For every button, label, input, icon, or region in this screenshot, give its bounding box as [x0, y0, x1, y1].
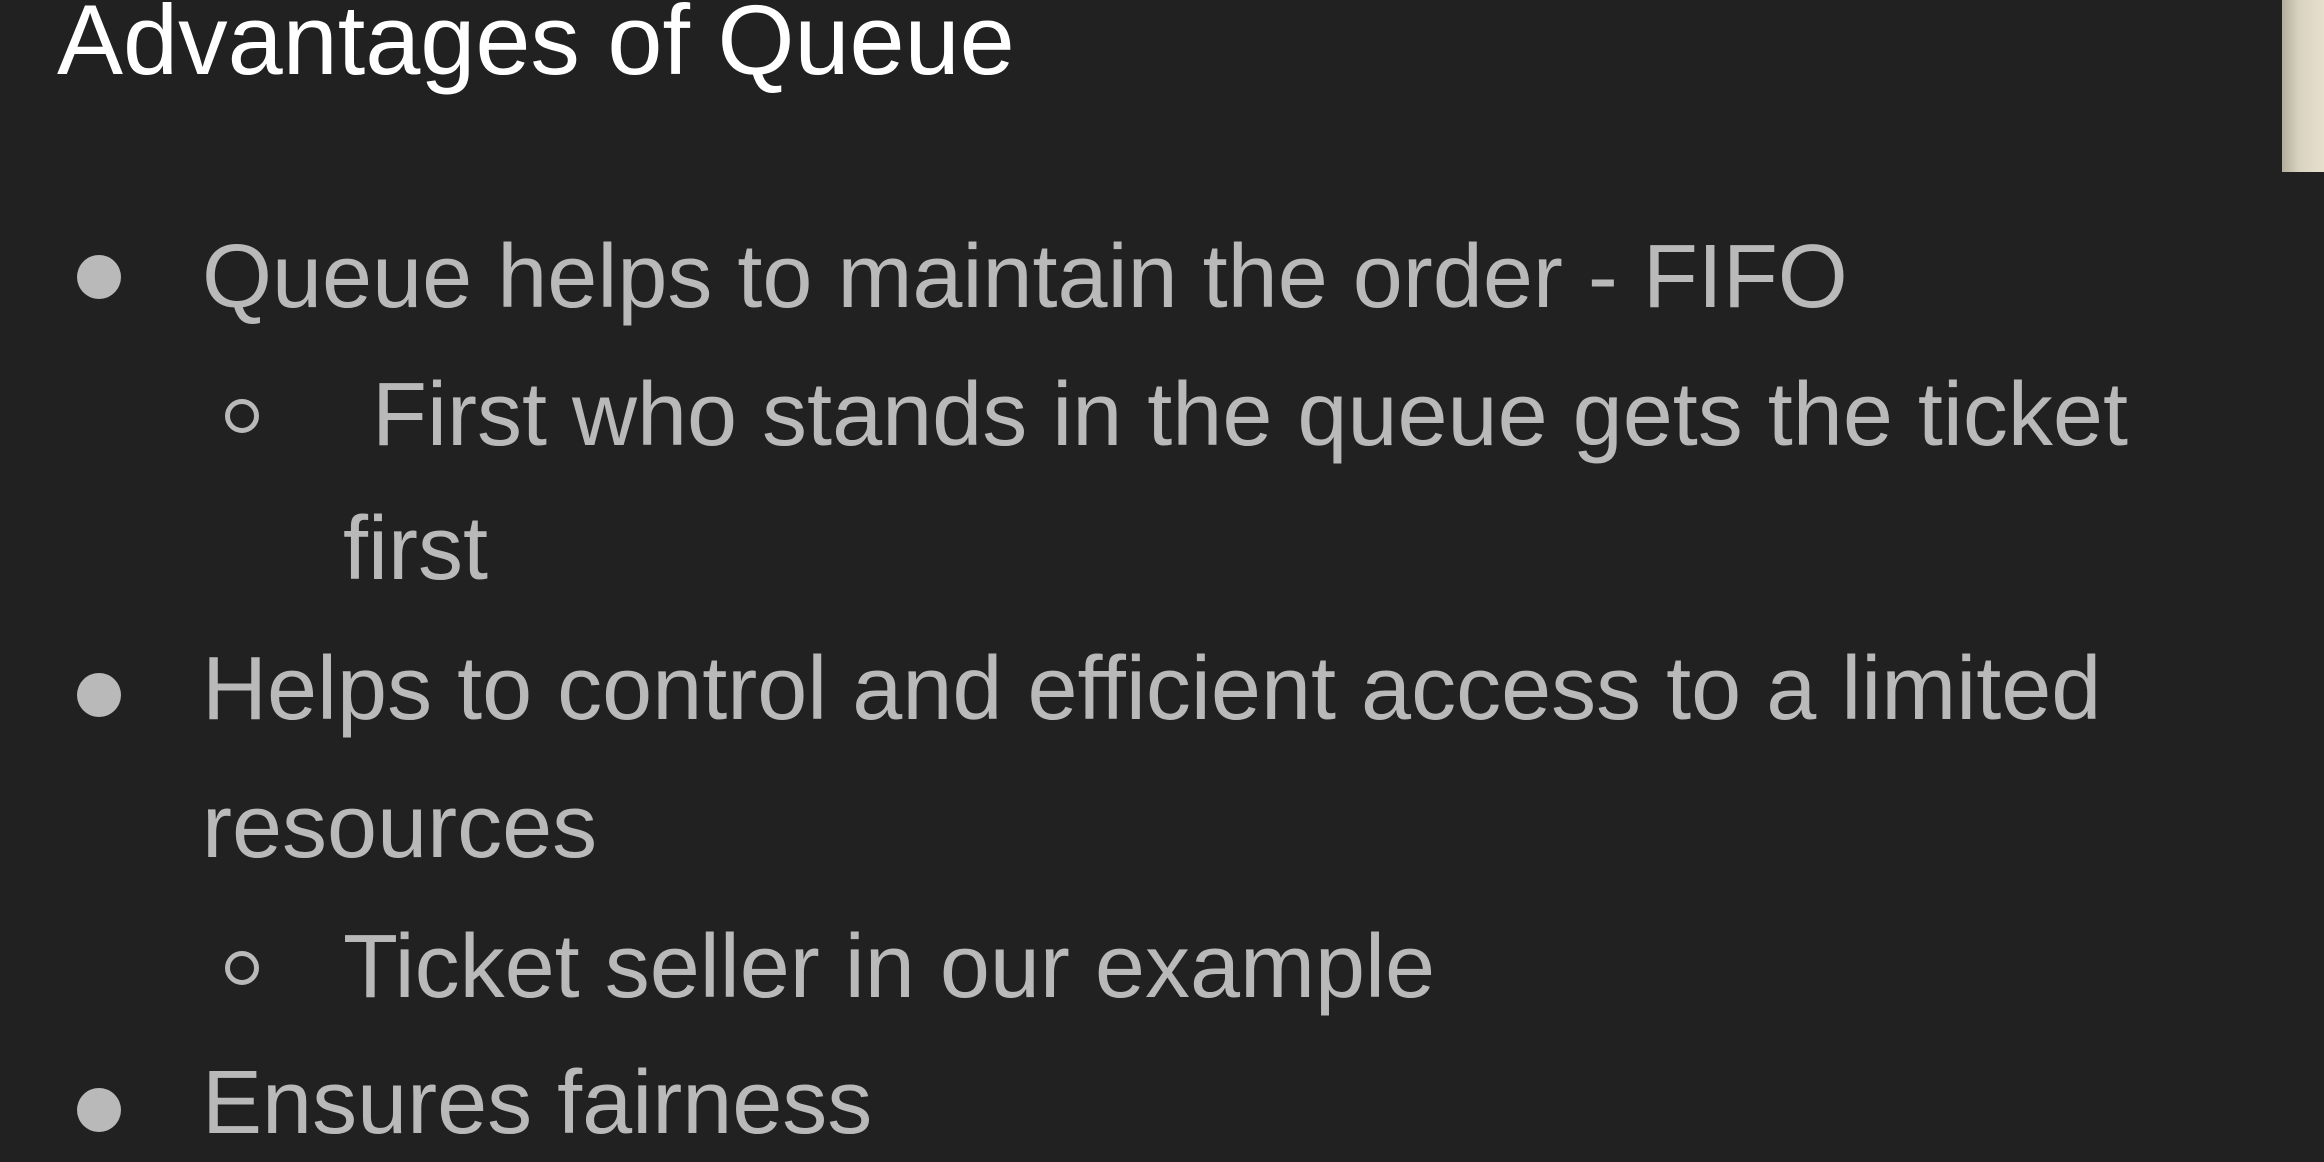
hollow-circle-bullet-icon	[225, 399, 259, 433]
bullet-2-line2: resources	[202, 777, 598, 877]
sub-bullet-1-1-line2: first	[343, 499, 488, 599]
hollow-circle-bullet-icon	[225, 951, 259, 985]
sub-bullet-1-1-line1: First who stands in the queue gets the t…	[372, 365, 2128, 465]
bullet-list: Queue helps to maintain the order - FIFO…	[0, 0, 2324, 1162]
bullet-3-text: Ensures fairness	[202, 1053, 873, 1153]
bullet-1-text: Queue helps to maintain the order - FIFO	[202, 227, 1848, 327]
filled-circle-bullet-icon	[77, 255, 121, 299]
bullet-2-line1: Helps to control and efficient access to…	[202, 639, 2102, 739]
sub-bullet-2-1-text: Ticket seller in our example	[343, 917, 1436, 1017]
slide: Advantages of Queue Queue helps to maint…	[0, 0, 2324, 1162]
filled-circle-bullet-icon	[77, 1088, 121, 1132]
filled-circle-bullet-icon	[77, 673, 121, 717]
